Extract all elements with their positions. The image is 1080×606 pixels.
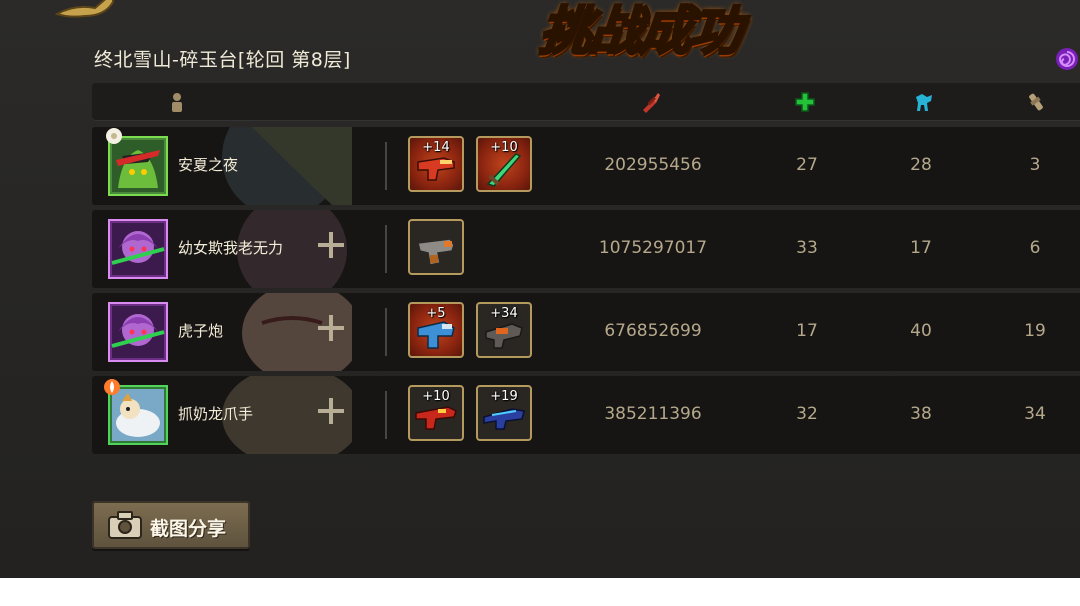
- banner-title: 挑战成功: [535, 0, 744, 64]
- divider: [385, 142, 387, 190]
- avatar[interactable]: [104, 379, 168, 445]
- damage-taken-icon: [916, 94, 932, 111]
- player-row: 抓奶龙爪手 +10 +19 385211396 32 38 34: [92, 376, 1080, 454]
- player-row: 幼女欺我老无力 1075297017 33 17 6: [92, 210, 1080, 288]
- player-row: 安夏之夜 +14 +10 202955456 27 28 3: [92, 127, 1080, 205]
- equipment-slot[interactable]: +10: [476, 136, 532, 192]
- damage-taken-value: 28: [910, 155, 932, 175]
- damage-icon: [643, 93, 660, 113]
- heal-value: 33: [796, 238, 818, 258]
- divider: [385, 391, 387, 439]
- damage-value: 1075297017: [598, 238, 708, 258]
- add-friend-button[interactable]: [318, 315, 344, 341]
- flower-badge-icon: [106, 128, 122, 144]
- result-screen: 挑战成功 终北雪山-碎玉台[轮回 第8层] 安夏之夜 +14 +10 20295…: [0, 0, 1080, 578]
- heal-value: 17: [796, 321, 818, 341]
- add-friend-button[interactable]: [318, 398, 344, 424]
- rescue-value: 34: [1024, 404, 1046, 424]
- add-friend-button[interactable]: [318, 232, 344, 258]
- challenge-success-banner: 挑战成功: [535, 0, 745, 68]
- avatar[interactable]: [106, 128, 168, 196]
- enhance-level: +19: [490, 389, 518, 404]
- equipment-slot[interactable]: +5: [408, 302, 464, 358]
- enhance-level: +14: [422, 140, 450, 155]
- player-name[interactable]: 安夏之夜: [178, 154, 238, 175]
- game-logo-fragment: [55, 0, 114, 18]
- enhance-level: +34: [490, 306, 518, 321]
- enhance-level: +5: [426, 306, 446, 321]
- camera-icon: [108, 511, 142, 539]
- enhance-level: +10: [422, 389, 450, 404]
- swirl-icon[interactable]: [1054, 46, 1080, 72]
- damage-taken-value: 17: [910, 238, 932, 258]
- equipment-slot[interactable]: +10: [408, 385, 464, 441]
- damage-value: 202955456: [604, 155, 702, 175]
- avatar[interactable]: [108, 219, 168, 279]
- stage-name: 终北雪山-碎玉台[轮回 第8层]: [94, 49, 351, 71]
- avatar[interactable]: [108, 302, 168, 362]
- heal-value: 27: [796, 155, 818, 175]
- enhance-level: +10: [490, 140, 518, 155]
- damage-value: 385211396: [604, 404, 702, 424]
- equipment-slot[interactable]: +19: [476, 385, 532, 441]
- divider: [385, 225, 387, 273]
- rescue-value: 6: [1029, 238, 1041, 258]
- flame-badge-icon: [104, 379, 120, 395]
- rescue-icon: [1029, 93, 1043, 111]
- screenshot-share-button[interactable]: 截图分享: [92, 501, 250, 549]
- equipment-slot[interactable]: +14: [408, 136, 464, 192]
- divider: [385, 308, 387, 356]
- damage-taken-value: 38: [910, 404, 932, 424]
- rescue-value: 19: [1024, 321, 1046, 341]
- heal-icon: [795, 92, 815, 112]
- player-name[interactable]: 抓奶龙爪手: [178, 403, 253, 424]
- rescue-value: 3: [1029, 155, 1041, 175]
- damage-value: 676852699: [604, 321, 702, 341]
- equipment-slot[interactable]: +34: [476, 302, 532, 358]
- player-name[interactable]: 幼女欺我老无力: [178, 237, 283, 258]
- heal-value: 32: [796, 404, 818, 424]
- player-row: 虎子炮 +5 +34 676852699 17 40 19: [92, 293, 1080, 371]
- share-button-label: 截图分享: [150, 518, 227, 540]
- player-icon: [172, 93, 182, 112]
- equipment-slot[interactable]: [408, 219, 464, 275]
- damage-taken-value: 40: [910, 321, 932, 341]
- pistol-icon: [417, 238, 455, 266]
- player-name[interactable]: 虎子炮: [178, 320, 223, 341]
